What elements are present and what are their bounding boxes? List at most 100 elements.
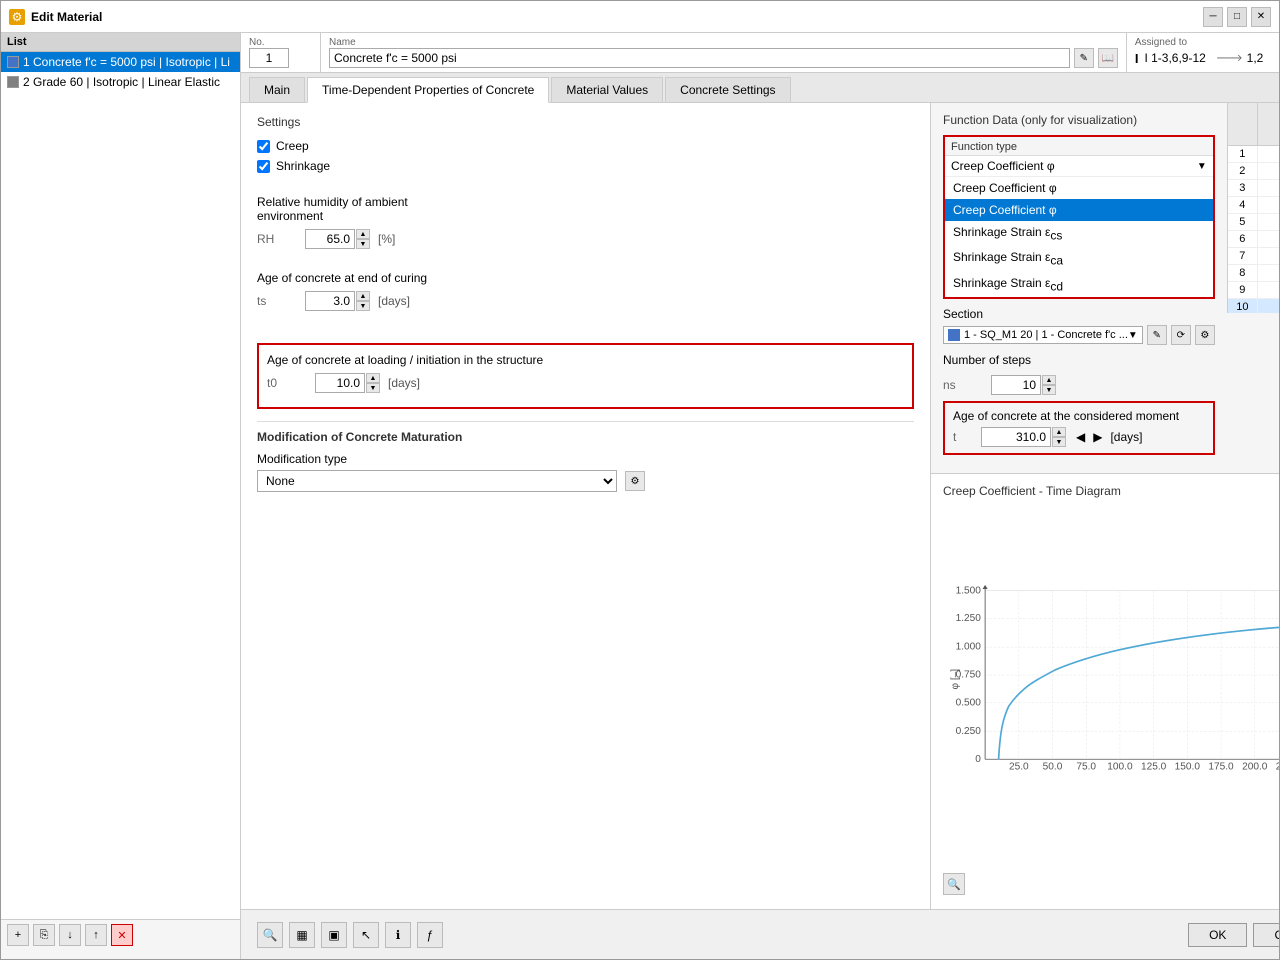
close-button[interactable]: ✕ <box>1251 7 1271 27</box>
age-curing-decrement[interactable]: ▼ <box>356 301 370 311</box>
svg-text:200.0: 200.0 <box>1242 762 1268 773</box>
t-decrement[interactable]: ▼ <box>1052 437 1066 447</box>
nsteps-row: Number of steps <box>943 353 1215 367</box>
age-loading-decrement[interactable]: ▼ <box>366 383 380 393</box>
chart-title: Creep Coefficient - Time Diagram <box>943 484 1121 498</box>
assigned-value: I 1-3,6,9-12 <box>1144 51 1205 65</box>
chart-header: Creep Coefficient - Time Diagram lin X /… <box>943 484 1279 498</box>
section-select[interactable]: 1 - SQ_M1 20 | 1 - Concrete f'c ... ▼ <box>943 326 1143 344</box>
svg-text:φ [–]: φ [–] <box>950 669 961 690</box>
mod-section-header: Modification of Concrete Maturation <box>257 421 914 444</box>
td-time: 26.3 <box>1258 231 1279 247</box>
ns-spinner: ▲ ▼ <box>991 375 1056 395</box>
mod-settings-button[interactable]: ⚙ <box>625 471 645 491</box>
age-curing-increment[interactable]: ▲ <box>356 291 370 301</box>
maximize-button[interactable]: □ <box>1227 7 1247 27</box>
option-shrinkage-cd[interactable]: Shrinkage Strain εcd <box>945 272 1213 297</box>
data-panel: Function Data (only for visualization) F… <box>931 103 1279 909</box>
age-loading-label: Age of concrete at loading / initiation … <box>267 353 904 367</box>
ns-decrement[interactable]: ▼ <box>1042 385 1056 395</box>
age-curing-label-row: Age of concrete at end of curing <box>257 271 914 285</box>
nsteps-input-row: ns ▲ ▼ <box>943 375 1215 395</box>
option-shrinkage-ca[interactable]: Shrinkage Strain εca <box>945 246 1213 271</box>
t-increment[interactable]: ▲ <box>1052 427 1066 437</box>
age-loading-stepper: ▲ ▼ <box>366 373 380 393</box>
t-input[interactable] <box>981 427 1051 447</box>
nsteps-label: Number of steps <box>943 353 1031 367</box>
function-type-selected[interactable]: Creep Coefficient φ ▼ <box>945 155 1213 176</box>
nav-next-icon[interactable]: ▶ <box>1093 430 1102 444</box>
age-curing-input[interactable] <box>305 291 355 311</box>
pointer-button[interactable]: ↖ <box>353 922 379 948</box>
formula-button[interactable]: ƒ <box>417 922 443 948</box>
option-shrinkage-cs[interactable]: Shrinkage Strain εcs <box>945 221 1213 246</box>
ok-button[interactable]: OK <box>1188 923 1247 947</box>
list-item[interactable]: 1 Concrete f'c = 5000 psi | Isotropic | … <box>1 52 240 72</box>
chart-section: Creep Coefficient - Time Diagram lin X /… <box>931 473 1279 909</box>
table-row: 7 39.7 0.868 <box>1228 248 1279 265</box>
section-dropdown-arrow: ▼ <box>1128 330 1138 341</box>
ns-increment[interactable]: ▲ <box>1042 375 1056 385</box>
cancel-button[interactable]: Cancel <box>1253 923 1279 947</box>
age-loading-input[interactable] <box>315 373 365 393</box>
mod-type-select[interactable]: None <box>257 470 617 492</box>
name-input[interactable] <box>329 48 1070 68</box>
zoom-button[interactable]: 🔍 <box>943 873 965 895</box>
td-time: 12.1 <box>1258 180 1279 196</box>
select-button[interactable]: ▣ <box>321 922 347 948</box>
edit-name-button[interactable]: ✎ <box>1074 48 1094 68</box>
td-time: 179.1 <box>1258 299 1279 313</box>
section-edit-button[interactable]: ✎ <box>1147 325 1167 345</box>
td-no: 2 <box>1228 163 1258 179</box>
section-refresh-button[interactable]: ⟳ <box>1171 325 1191 345</box>
assigned-value-row: I I 1-3,6,9-12 🡒 1,2 ⚙ <box>1135 48 1279 68</box>
footer-buttons: OK Cancel Apply <box>1188 923 1279 947</box>
tab-main[interactable]: Main <box>249 77 305 102</box>
rh-sublabel: RH <box>257 232 297 246</box>
table-header: Timet [days] Creep Coefficientφ [–] <box>1228 103 1279 146</box>
delete-item-button[interactable]: ✕ <box>111 924 133 946</box>
copy-item-button[interactable]: ⎘ <box>33 924 55 946</box>
svg-text:1.500: 1.500 <box>956 585 982 596</box>
age-loading-sublabel: t0 <box>267 376 307 390</box>
table-body: 1 10.0 0.000 2 10.8 0.294 <box>1228 146 1279 313</box>
age-loading-unit: [days] <box>388 376 420 390</box>
no-input[interactable] <box>249 48 289 68</box>
tab-matval[interactable]: Material Values <box>551 77 663 102</box>
td-no: 3 <box>1228 180 1258 196</box>
option-creep-coeff2[interactable]: Creep Coefficient φ <box>945 199 1213 221</box>
minimize-button[interactable]: ─ <box>1203 7 1223 27</box>
ns-input[interactable] <box>991 375 1041 395</box>
table-button[interactable]: ▦ <box>289 922 315 948</box>
item-color-icon <box>7 76 19 88</box>
age-curing-input-row: ts ▲ ▼ [days] <box>257 291 914 311</box>
list-item-label: 1 Concrete f'c = 5000 psi | Isotropic | … <box>23 55 230 69</box>
window-controls: ─ □ ✕ <box>1203 7 1271 27</box>
rh-increment[interactable]: ▲ <box>356 229 370 239</box>
table-row: 1 10.0 0.000 <box>1228 146 1279 163</box>
list-item[interactable]: 2 Grade 60 | Isotropic | Linear Elastic <box>1 72 240 92</box>
svg-text:100.0: 100.0 <box>1107 762 1133 773</box>
function-type-options: Creep Coefficient φ Creep Coefficient φ … <box>945 176 1213 297</box>
content-area: Settings Creep Shrinkage Relative humidi… <box>241 103 1279 909</box>
import-button[interactable]: ↓ <box>59 924 81 946</box>
search-button[interactable]: 🔍 <box>257 922 283 948</box>
rh-decrement[interactable]: ▼ <box>356 239 370 249</box>
section-settings-button[interactable]: ⚙ <box>1195 325 1215 345</box>
export-button[interactable]: ↑ <box>85 924 107 946</box>
add-item-button[interactable]: + <box>7 924 29 946</box>
option-creep-coeff1[interactable]: Creep Coefficient φ <box>945 177 1213 199</box>
svg-text:50.0: 50.0 <box>1043 762 1063 773</box>
tab-timedep[interactable]: Time-Dependent Properties of Concrete <box>307 77 549 103</box>
rh-input[interactable] <box>305 229 355 249</box>
list-items: 1 Concrete f'c = 5000 psi | Isotropic | … <box>1 52 240 486</box>
nav-prev-icon[interactable]: ◀ <box>1076 430 1085 444</box>
age-loading-increment[interactable]: ▲ <box>366 373 380 383</box>
creep-checkbox[interactable] <box>257 140 270 153</box>
age-curing-spinner: ▲ ▼ <box>305 291 370 311</box>
function-type-dropdown[interactable]: Function type Creep Coefficient φ ▼ Cree… <box>943 135 1215 299</box>
info-button[interactable]: ℹ <box>385 922 411 948</box>
shrinkage-checkbox[interactable] <box>257 160 270 173</box>
book-button[interactable]: 📖 <box>1098 48 1118 68</box>
tab-concset[interactable]: Concrete Settings <box>665 77 790 102</box>
